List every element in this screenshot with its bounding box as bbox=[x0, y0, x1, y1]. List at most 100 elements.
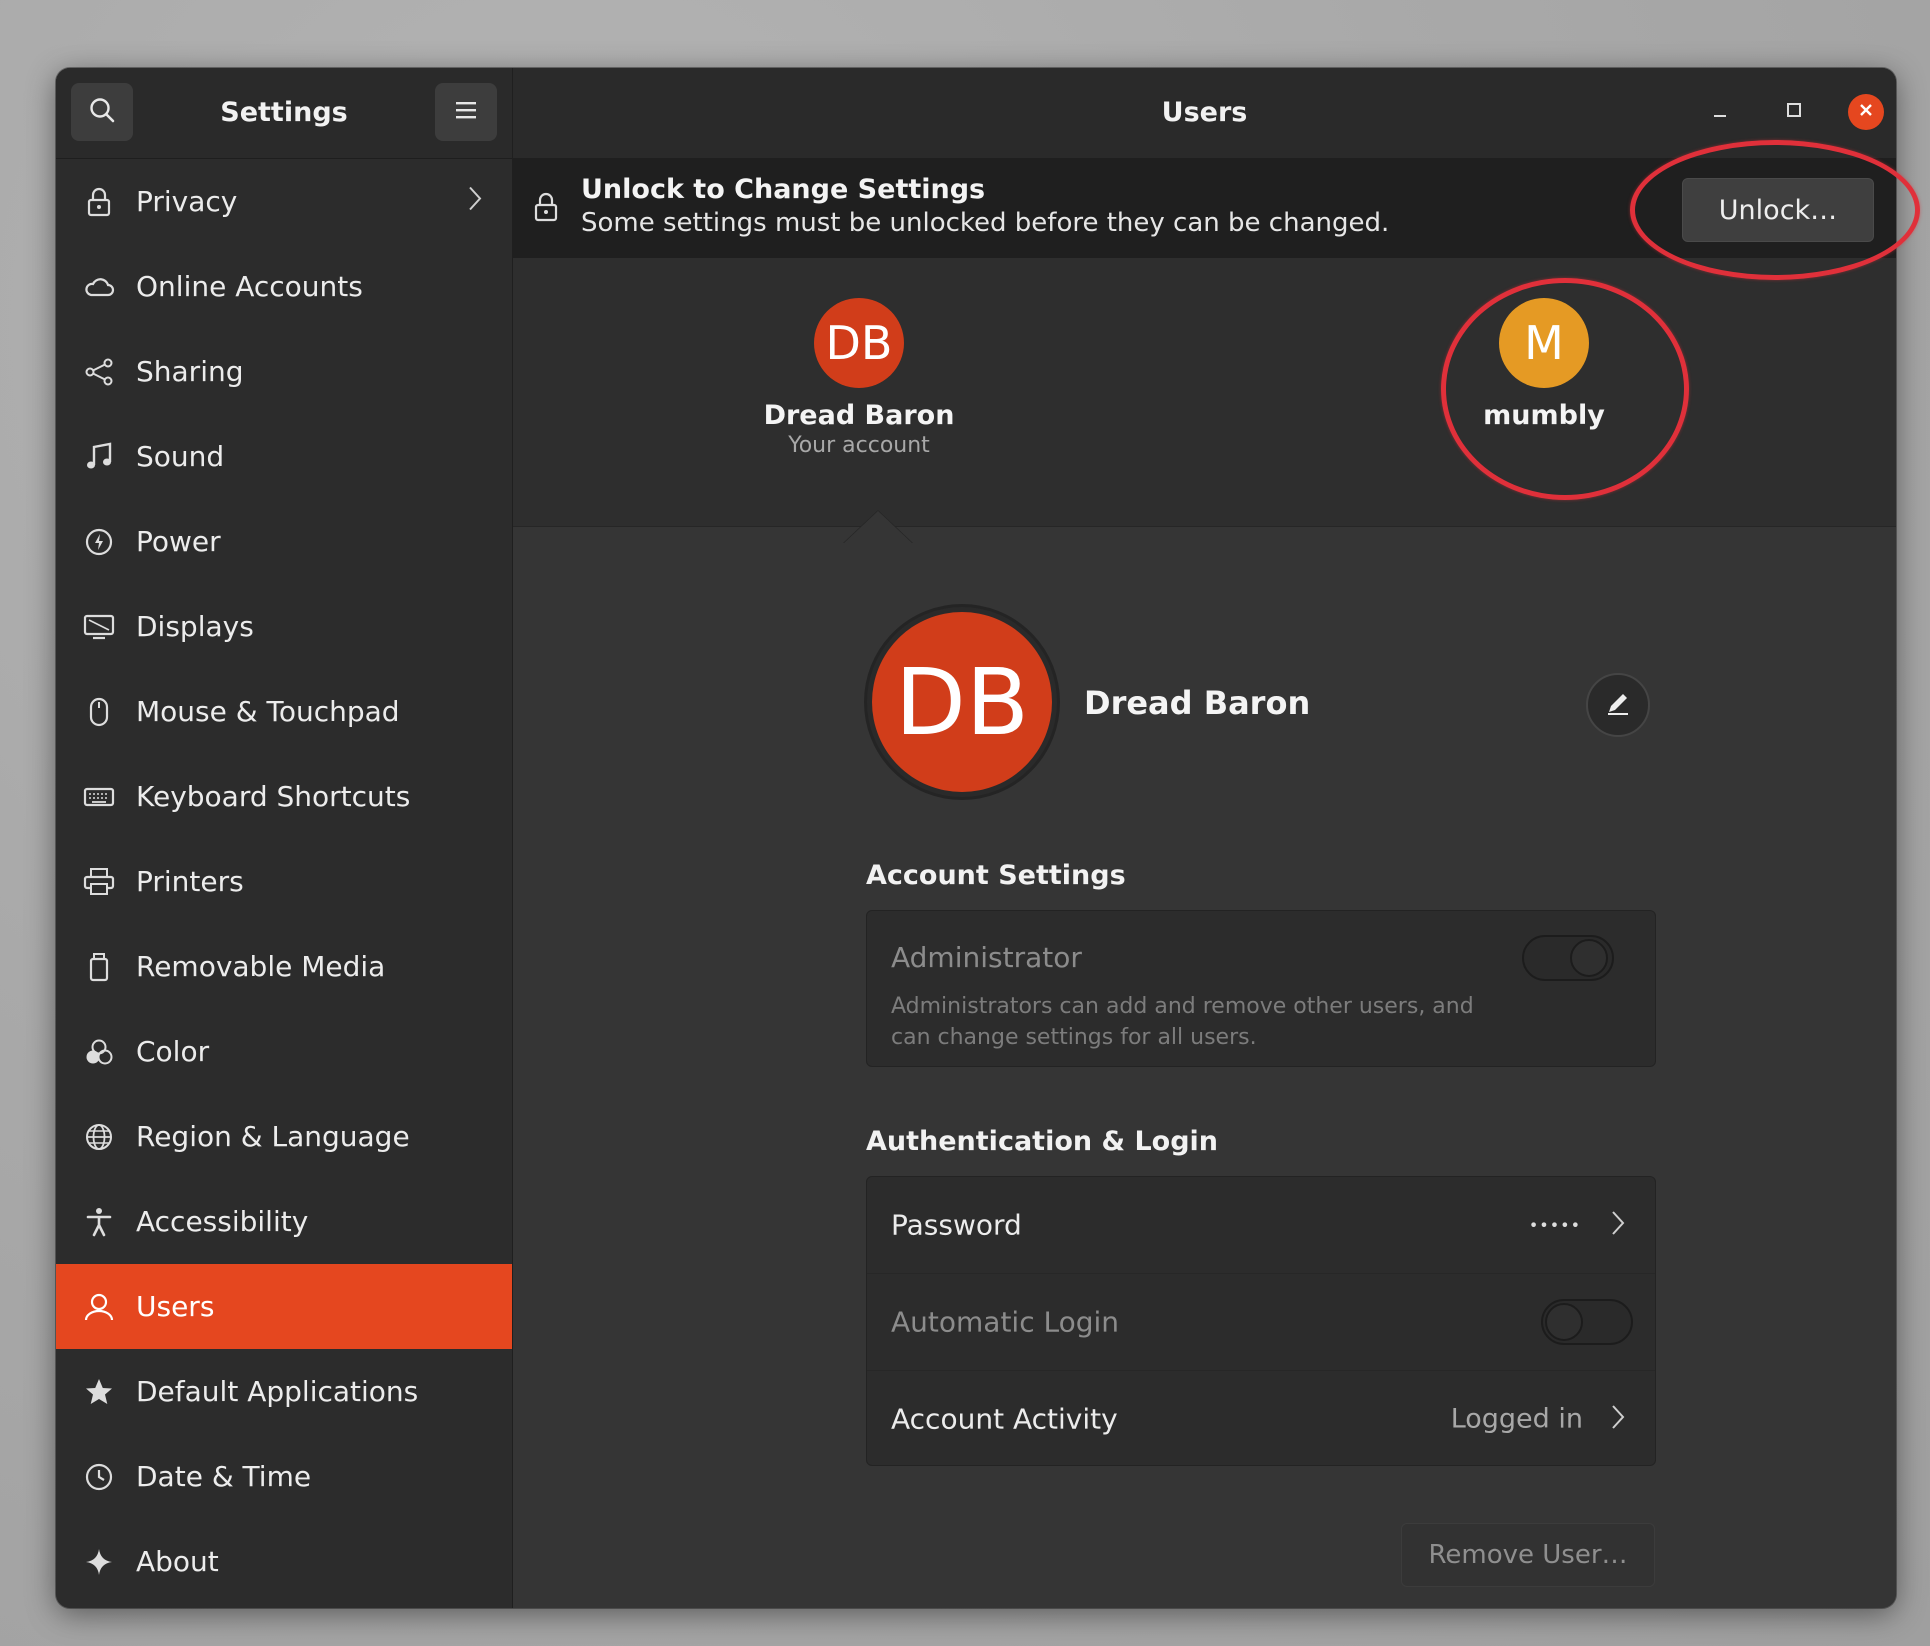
administrator-description-line: can change settings for all users. bbox=[891, 1025, 1257, 1050]
sidebar-item-displays[interactable]: Displays bbox=[56, 584, 512, 669]
close-icon bbox=[1858, 102, 1874, 122]
globe-icon bbox=[82, 1120, 116, 1154]
lock-icon bbox=[533, 192, 559, 226]
sidebar-item-label: About bbox=[136, 1545, 219, 1578]
administrator-description: Administrators can add and remove other … bbox=[891, 991, 1474, 1053]
hamburger-icon bbox=[455, 100, 477, 124]
sidebar-item-label: Power bbox=[136, 525, 221, 558]
maximize-icon bbox=[1785, 101, 1803, 123]
sidebar-item-online-accounts[interactable]: Online Accounts bbox=[56, 244, 512, 329]
removable-media-icon bbox=[82, 950, 116, 984]
sidebar-item-label: Sound bbox=[136, 440, 225, 473]
user-name: Dread Baron bbox=[763, 400, 955, 431]
sidebar-item-label: Displays bbox=[136, 610, 254, 643]
sidebar-item-users[interactable]: Users bbox=[56, 1264, 512, 1349]
sidebar-item-label: Color bbox=[136, 1035, 210, 1068]
close-button[interactable] bbox=[1848, 94, 1884, 130]
sidebar-item-power[interactable]: Power bbox=[56, 499, 512, 584]
cloud-icon bbox=[82, 270, 116, 304]
administrator-toggle[interactable] bbox=[1522, 935, 1614, 981]
menu-button[interactable] bbox=[435, 83, 497, 141]
sidebar-list: Privacy Online Accounts Sharing Sound Po… bbox=[56, 159, 512, 1604]
avatar: DB bbox=[814, 298, 904, 388]
account-settings-title: Account Settings bbox=[866, 860, 1126, 891]
toggle-knob bbox=[1570, 939, 1608, 977]
main-panel: Users Unlock to Change Settings Some set… bbox=[513, 68, 1896, 1608]
sidebar-item-mouse-touchpad[interactable]: Mouse & Touchpad bbox=[56, 669, 512, 754]
search-icon bbox=[88, 96, 116, 128]
sidebar-item-about[interactable]: About bbox=[56, 1519, 512, 1604]
account-activity-row[interactable]: Account Activity Logged in bbox=[867, 1371, 1655, 1467]
authentication-login-title: Authentication & Login bbox=[866, 1126, 1219, 1157]
automatic-login-row: Automatic Login bbox=[867, 1274, 1655, 1371]
printer-icon bbox=[82, 865, 116, 899]
sidebar-item-sound[interactable]: Sound bbox=[56, 414, 512, 499]
remove-user-button[interactable]: Remove User… bbox=[1401, 1523, 1655, 1587]
sidebar-header: Settings bbox=[56, 68, 512, 159]
account-activity-value: Logged in bbox=[1450, 1403, 1583, 1435]
keyboard-icon bbox=[82, 780, 116, 814]
pencil-icon bbox=[1604, 689, 1632, 721]
star-icon bbox=[82, 1375, 116, 1409]
sidebar-item-accessibility[interactable]: Accessibility bbox=[56, 1179, 512, 1264]
sidebar-item-default-applications[interactable]: Default Applications bbox=[56, 1349, 512, 1434]
administrator-label: Administrator bbox=[891, 941, 1082, 974]
sidebar-item-label: Keyboard Shortcuts bbox=[136, 780, 411, 813]
header-bar: Users bbox=[513, 68, 1896, 159]
sidebar-item-label: Removable Media bbox=[136, 950, 386, 983]
color-icon bbox=[82, 1035, 116, 1069]
user-card-dread-baron[interactable]: DB Dread Baron Your account bbox=[739, 298, 979, 458]
annotation-ring-unlock bbox=[1630, 140, 1920, 280]
user-subtitle: Your account bbox=[788, 433, 930, 458]
sidebar-item-removable-media[interactable]: Removable Media bbox=[56, 924, 512, 1009]
sidebar-item-label: Date & Time bbox=[136, 1460, 312, 1493]
sidebar-item-label: Privacy bbox=[136, 185, 238, 218]
page-title: Users bbox=[1161, 97, 1248, 128]
automatic-login-toggle[interactable] bbox=[1541, 1299, 1633, 1345]
toggle-knob bbox=[1545, 1303, 1583, 1341]
password-value: ••••• bbox=[1528, 1215, 1581, 1235]
sidebar-item-label: Accessibility bbox=[136, 1205, 309, 1238]
sidebar-item-region-language[interactable]: Region & Language bbox=[56, 1094, 512, 1179]
edit-name-button[interactable] bbox=[1586, 673, 1650, 737]
lock-icon bbox=[82, 185, 116, 219]
profile-name: Dread Baron bbox=[1084, 684, 1311, 722]
sidebar-item-label: Users bbox=[136, 1290, 215, 1323]
chevron-right-icon bbox=[1611, 1210, 1625, 1240]
sidebar-title: Settings bbox=[220, 97, 348, 128]
profile-avatar-frame: DB bbox=[864, 604, 1060, 800]
music-note-icon bbox=[82, 440, 116, 474]
annotation-ring-mumbly bbox=[1441, 278, 1689, 500]
sidebar-item-color[interactable]: Color bbox=[56, 1009, 512, 1094]
share-icon bbox=[82, 355, 116, 389]
sidebar: Settings Privacy Online Accounts Sharing bbox=[56, 68, 513, 1608]
minimize-icon bbox=[1711, 101, 1729, 123]
sidebar-item-privacy[interactable]: Privacy bbox=[56, 159, 512, 244]
sidebar-item-keyboard-shortcuts[interactable]: Keyboard Shortcuts bbox=[56, 754, 512, 839]
sidebar-item-label: Sharing bbox=[136, 355, 244, 388]
sidebar-item-printers[interactable]: Printers bbox=[56, 839, 512, 924]
sidebar-item-date-time[interactable]: Date & Time bbox=[56, 1434, 512, 1519]
password-row[interactable]: Password ••••• bbox=[867, 1177, 1655, 1274]
minimize-button[interactable] bbox=[1702, 94, 1738, 130]
user-icon bbox=[82, 1290, 116, 1324]
profile-avatar[interactable]: DB bbox=[872, 612, 1052, 792]
administrator-description-line: Administrators can add and remove other … bbox=[891, 994, 1474, 1019]
selection-pointer bbox=[844, 511, 912, 543]
account-activity-label: Account Activity bbox=[891, 1402, 1118, 1436]
search-button[interactable] bbox=[71, 83, 133, 141]
automatic-login-label: Automatic Login bbox=[891, 1305, 1120, 1339]
sidebar-item-label: Region & Language bbox=[136, 1120, 410, 1153]
sidebar-item-label: Online Accounts bbox=[136, 270, 363, 303]
sidebar-item-label: Mouse & Touchpad bbox=[136, 695, 400, 728]
mouse-icon bbox=[82, 695, 116, 729]
sidebar-item-sharing[interactable]: Sharing bbox=[56, 329, 512, 414]
display-icon bbox=[82, 610, 116, 644]
chevron-right-icon bbox=[1611, 1404, 1625, 1434]
sparkle-icon bbox=[82, 1545, 116, 1579]
sidebar-item-label: Default Applications bbox=[136, 1375, 419, 1408]
chevron-right-icon bbox=[468, 185, 482, 218]
maximize-button[interactable] bbox=[1776, 94, 1812, 130]
power-icon bbox=[82, 525, 116, 559]
sidebar-item-label: Printers bbox=[136, 865, 244, 898]
